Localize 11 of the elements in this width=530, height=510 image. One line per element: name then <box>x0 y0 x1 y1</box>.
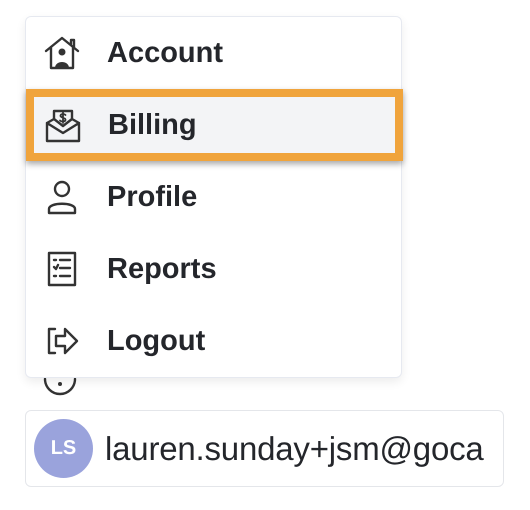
user-avatar: LS <box>34 419 93 478</box>
menu-item[interactable]: Logout <box>26 305 401 377</box>
menu-item[interactable]: Billing <box>26 89 403 161</box>
menu-item[interactable]: Account <box>26 17 401 89</box>
menu-item[interactable]: Profile <box>26 161 401 233</box>
user-card[interactable]: LS lauren.sunday+jsm@goca <box>25 410 504 487</box>
envelope-money-icon <box>44 107 82 143</box>
user-email: lauren.sunday+jsm@goca <box>105 430 484 468</box>
help-icon <box>41 378 79 397</box>
menu-item[interactable]: Reports <box>26 233 401 305</box>
house-person-icon <box>43 35 81 71</box>
